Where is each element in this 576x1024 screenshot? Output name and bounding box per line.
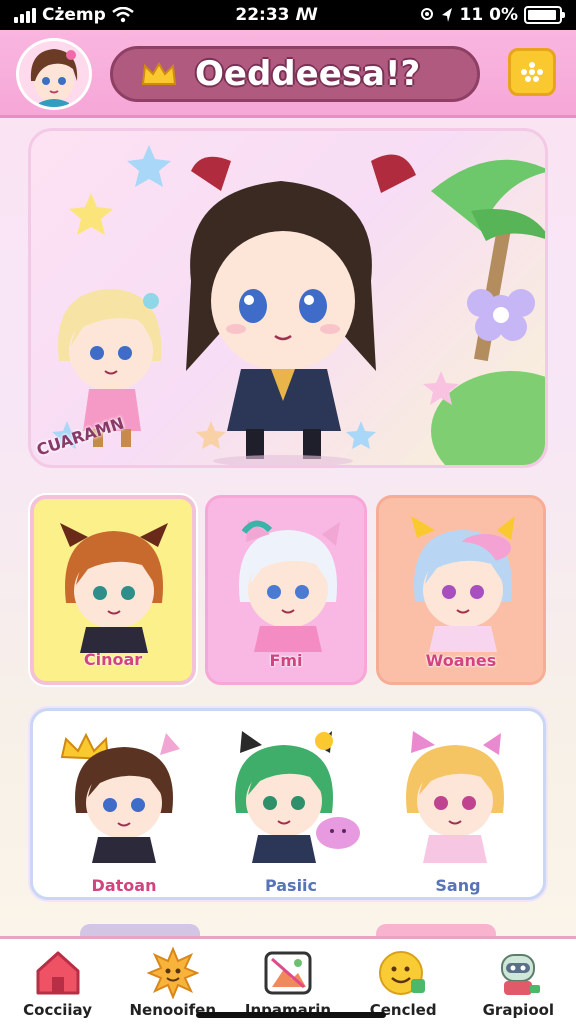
- character-slot[interactable]: Pasiic: [216, 723, 366, 895]
- character-name: Sang: [435, 876, 481, 895]
- home-indicator[interactable]: [196, 1012, 386, 1018]
- character-name: Fmi: [269, 651, 303, 670]
- nav-item-smiley[interactable]: Cencled: [348, 947, 458, 1019]
- crown-icon: [141, 62, 177, 85]
- character-name: Pasiic: [264, 876, 318, 895]
- clock-text: 22:33 ꟿ: [235, 5, 318, 25]
- app-header: Oeddeesa!?: [0, 30, 576, 118]
- title-banner[interactable]: Oeddeesa!?: [110, 46, 480, 102]
- character-name: Datoan: [91, 876, 157, 895]
- nav-item-home[interactable]: Cocciiay: [3, 947, 113, 1019]
- character-portrait: [60, 523, 168, 653]
- character-card[interactable]: Woanes: [376, 495, 546, 685]
- carrier-text: Cżemp: [42, 5, 106, 25]
- navigation-arrow-icon: [441, 8, 452, 22]
- battery-icon: [523, 6, 565, 24]
- nav-item-sun[interactable]: Nenooifen: [118, 947, 228, 1019]
- star-icon: [346, 421, 376, 449]
- character-portrait: [60, 732, 180, 863]
- nav-item-robot[interactable]: Grapiool: [463, 947, 573, 1019]
- status-right: 11 0%: [420, 5, 565, 25]
- menu-button[interactable]: [508, 48, 556, 96]
- character-portrait: [235, 731, 360, 863]
- character-slot[interactable]: Datoan: [49, 723, 199, 895]
- avatar-girl-icon: [30, 49, 78, 107]
- sun-icon: [146, 947, 199, 999]
- character-portrait: [406, 731, 504, 863]
- user-avatar[interactable]: [16, 38, 92, 110]
- character-portrait: [411, 516, 515, 652]
- star-icon: [69, 193, 113, 235]
- character-card[interactable]: Cinoar: [28, 493, 198, 687]
- nav-label: Cocciiay: [23, 1001, 92, 1019]
- star-icon: [196, 421, 226, 449]
- battery-percent: 11 0%: [459, 5, 518, 25]
- star-icon: [127, 145, 171, 187]
- signal-icon: [14, 7, 36, 23]
- wifi-icon: [112, 7, 134, 23]
- home-icon: [36, 951, 80, 995]
- character-card[interactable]: Fmi: [205, 495, 367, 685]
- status-bar: Cżemp 22:33 ꟿ 11 0%: [0, 0, 576, 30]
- location-icon: [420, 8, 433, 20]
- robot-icon: [501, 954, 541, 995]
- flower-icon: [467, 289, 535, 341]
- featured-character-banner[interactable]: CUARAMN: [28, 128, 548, 468]
- app-title: Oeddeesa!?: [195, 54, 421, 94]
- menu-dots-icon: [521, 62, 543, 82]
- character-portrait: [239, 520, 340, 652]
- nav-label: Grapiool: [482, 1001, 555, 1019]
- smiley-icon: [379, 951, 426, 995]
- main-character-illustration: [186, 154, 416, 465]
- character-name: Woanes: [425, 651, 497, 670]
- character-row-panel: Datoan Pasiic Sang: [30, 708, 546, 900]
- character-slot[interactable]: Sang: [383, 723, 533, 895]
- bottom-nav: Cocciiay Nenooifen Inpamarin Cencled Gra…: [0, 936, 576, 1024]
- gallery-icon: [264, 951, 312, 995]
- nav-item-gallery[interactable]: Inpamarin: [233, 947, 343, 1019]
- status-left: Cżemp: [14, 5, 134, 25]
